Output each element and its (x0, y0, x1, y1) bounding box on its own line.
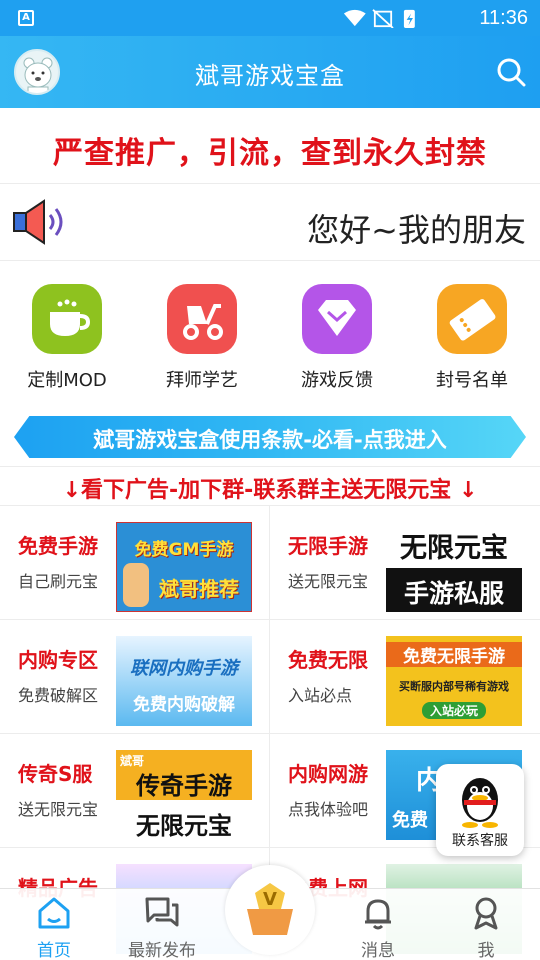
grid-item-in-app-purchase[interactable]: 内购专区 免费破解区 联网内购手游 免费内购破解 (0, 620, 270, 734)
cup-icon (32, 284, 102, 354)
tab-label: 消息 (361, 941, 395, 960)
quick-item-label: 拜师学艺 (166, 370, 238, 391)
notification-a-icon: A (18, 10, 34, 26)
grid-item-subtitle: 入站必点 (288, 686, 353, 705)
vip-badge-icon: V (247, 883, 293, 935)
thumb-text: 斌哥推荐 (159, 577, 239, 601)
notice-text: 严查推广，引流，查到永久封禁 (53, 136, 487, 171)
grid-thumbnail: 免费无限手游 买断服内部号稀有游戏 入站必玩 (386, 636, 522, 726)
diamond-icon (302, 284, 372, 354)
quick-item-label: 游戏反馈 (301, 370, 373, 391)
wifi-icon (343, 9, 366, 27)
grid-item-subtitle: 自己刷元宝 (18, 572, 99, 591)
grid-item-subtitle: 点我体验吧 (288, 800, 369, 819)
thumb-text: 联网内购手游 (130, 658, 238, 679)
ticket-icon (437, 284, 507, 354)
grid-item-title: 传奇S服 (18, 762, 93, 786)
grid-item-title: 免费手游 (18, 534, 98, 558)
thumb-text: 传奇手游 (136, 772, 232, 800)
character-icon (123, 563, 149, 607)
tab-home[interactable]: 首页 (0, 889, 108, 960)
tab-latest[interactable]: 最新发布 (108, 889, 216, 960)
thumb-text: 免费无限手游 (386, 642, 522, 667)
search-icon[interactable] (496, 57, 526, 87)
thumb-text: 入站必玩 (422, 702, 486, 719)
grid-item-subtitle: 免费破解区 (18, 686, 99, 705)
tab-label: 首页 (37, 941, 71, 960)
quick-item-custom-mod[interactable]: 定制MOD (12, 284, 122, 392)
tab-messages[interactable]: 消息 (324, 889, 432, 960)
app-header: 斌哥游戏宝盒 (0, 36, 540, 108)
tab-label: 我 (477, 941, 495, 960)
speaker-icon (13, 199, 63, 245)
thumb-text: 手游私服 (386, 568, 522, 612)
scooter-icon (167, 284, 237, 354)
center-vip-button[interactable]: V (225, 865, 315, 955)
greeting-row: 您好~我的朋友 (0, 185, 540, 261)
thumb-text: 买断服内部号稀有游戏 (399, 680, 509, 693)
grid-item-title: 免费无限 (288, 648, 368, 672)
thumb-text: 无限元宝 (136, 812, 232, 840)
terms-banner-text: 斌哥游戏宝盒使用条款-必看-点我进入 (93, 428, 447, 452)
grid-item-unlimited-games[interactable]: 无限手游 送无限元宝 无限元宝 手游私服 (270, 506, 540, 620)
thumb-text: 无限元宝 (400, 533, 508, 564)
quick-actions: 定制MOD 拜师学艺 游戏反馈 封号名单 (0, 262, 540, 404)
chat-icon (145, 897, 179, 927)
status-icons (343, 9, 415, 28)
grid-item-subtitle: 送无限元宝 (288, 572, 369, 591)
grid-thumbnail: 联网内购手游 免费内购破解 (116, 636, 252, 726)
grid-item-free-games[interactable]: 免费手游 自己刷元宝 免费GM手游 斌哥推荐 (0, 506, 270, 620)
status-time: 11:36 (479, 7, 528, 29)
grid-item-legend-server[interactable]: 传奇S服 送无限元宝 斌哥 传奇手游 无限元宝 (0, 734, 270, 848)
grid-item-title: 无限手游 (288, 534, 368, 558)
ad-hint: ↓看下广告-加下群-联系群主送无限元宝 ↓ (0, 466, 540, 506)
thumb-text: 免费 (392, 810, 428, 831)
grid-thumbnail: 斌哥 传奇手游 无限元宝 (116, 750, 252, 840)
grid-item-subtitle: 送无限元宝 (18, 800, 99, 819)
quick-item-label: 封号名单 (436, 370, 508, 391)
grid-item-title: 内购专区 (18, 648, 98, 672)
notice-banner: 严查推广，引流，查到永久封禁 (0, 108, 540, 184)
svg-text:V: V (263, 889, 277, 910)
customer-service-button[interactable]: 联系客服 (436, 764, 524, 856)
quick-item-feedback[interactable]: 游戏反馈 (282, 284, 392, 392)
customer-service-label: 联系客服 (452, 833, 508, 849)
quick-item-apprentice[interactable]: 拜师学艺 (147, 284, 257, 392)
terms-banner[interactable]: 斌哥游戏宝盒使用条款-必看-点我进入 (14, 416, 526, 458)
thumb-text: 免费内购破解 (133, 695, 235, 715)
bell-icon (365, 899, 391, 930)
tab-me[interactable]: 我 (432, 889, 540, 960)
grid-item-title: 内购网游 (288, 762, 368, 786)
status-bar: A 11:36 (0, 0, 540, 36)
grid-item-free-unlimited[interactable]: 免费无限 入站必点 免费无限手游 买断服内部号稀有游戏 入站必玩 (270, 620, 540, 734)
thumb-text: 免费GM手游 (134, 540, 234, 560)
quick-item-ban-list[interactable]: 封号名单 (417, 284, 527, 392)
home-icon (38, 897, 70, 929)
grid-thumbnail: 无限元宝 手游私服 (386, 522, 522, 612)
bottom-nav: 首页 最新发布 V 消息 我 (0, 865, 540, 960)
quick-item-label: 定制MOD (27, 370, 107, 391)
tab-label: 最新发布 (128, 941, 196, 960)
greeting-text: 您好~我的朋友 (307, 211, 526, 249)
ad-hint-text: ↓看下广告-加下群-联系群主送无限元宝 ↓ (62, 478, 478, 503)
grid-thumbnail: 免费GM手游 斌哥推荐 (116, 522, 252, 612)
qq-penguin-icon (462, 778, 498, 828)
page-title: 斌哥游戏宝盒 (195, 62, 345, 90)
user-icon (474, 897, 498, 930)
